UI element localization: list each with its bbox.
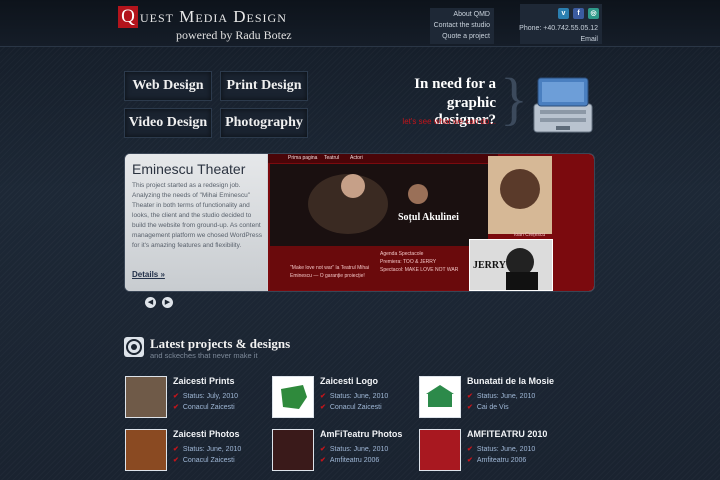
briefcase-icon[interactable] <box>530 74 596 136</box>
project-status: ✔ Status: June, 2010 <box>467 446 536 453</box>
project-name[interactable]: AmFiTeatru Photos <box>320 429 402 439</box>
project-name[interactable]: Zaicesti Prints <box>173 376 235 386</box>
top-bar: Q uest Media Design powered by Radu Bote… <box>0 0 720 47</box>
project-client[interactable]: ✔ Conacul Zaicesti <box>173 403 235 411</box>
project-status: ✔ Status: June, 2010 <box>320 393 389 400</box>
project-client[interactable]: ✔ Conacul Zaicesti <box>320 403 382 411</box>
service-print-design[interactable]: Print Design <box>220 71 308 101</box>
project-name[interactable]: Zaicesti Logo <box>320 376 378 386</box>
shot-caption-right: Agenda Spectacole Premiera: TOO & JERRY … <box>380 251 459 273</box>
project-card[interactable]: AMFITEATRU 2010 ✔ Status: June, 2010 ✔ Amf… <box>419 429 559 473</box>
featured-slider: Eminescu Theater This project started as… <box>124 153 595 292</box>
project-thumbnail[interactable] <box>125 376 167 418</box>
slide-details-link[interactable]: Details » <box>132 270 165 279</box>
shot-caption-left: "Make love not war" la Teatrul Mihai Emi… <box>290 265 370 279</box>
nav-quote[interactable]: Quote a project <box>442 33 490 40</box>
project-thumbnail[interactable] <box>125 429 167 471</box>
project-name[interactable]: AMFITEATRU 2010 <box>467 429 547 439</box>
shot-actor-name: Ioan Crețescu <box>514 232 546 238</box>
project-status: ✔ Status: July, 2010 <box>173 393 238 400</box>
project-thumbnail[interactable] <box>272 429 314 471</box>
project-name[interactable]: Bunatati de la Mosie <box>467 376 554 386</box>
slider-prev-button[interactable]: ◀ <box>145 297 156 308</box>
project-status: ✔ Status: June, 2010 <box>173 446 242 453</box>
logo-badge: Q <box>118 6 138 28</box>
logo-title: uest Media Design <box>140 7 287 26</box>
contact-box: v f ◎ Phone: +40.742.55.05.12 Email <box>519 4 602 44</box>
pitch-cta-link[interactable]: let's see what we can do... <box>390 117 496 126</box>
pitch-line-1: In need for a <box>414 76 496 92</box>
project-name[interactable]: Zaicesti Photos <box>173 429 240 439</box>
slide-title: Eminescu Theater <box>132 161 246 177</box>
slide-screenshot[interactable]: Prima pagina Teatrul Actori Soțul Akulin… <box>268 154 594 291</box>
project-card[interactable]: Bunatati de la Mosie ✔ Status: June, 2010… <box>419 376 559 420</box>
project-client[interactable]: ✔ Conacul Zaicesti <box>173 456 235 464</box>
shot-play-title: Soțul Akulinei <box>398 212 459 223</box>
service-web-design[interactable]: Web Design <box>124 71 212 101</box>
project-status: ✔ Status: June, 2010 <box>467 393 536 400</box>
target-icon <box>124 337 144 357</box>
brace-decoration: } <box>500 66 528 131</box>
nav-contact[interactable]: Contact the studio <box>434 22 490 29</box>
project-card[interactable]: AmFiTeatru Photos ✔ Status: June, 2010 ✔ A… <box>272 429 412 473</box>
email-link[interactable]: Email <box>580 36 598 43</box>
project-client[interactable]: ✔ Cai de Vis <box>467 403 509 411</box>
project-thumbnail[interactable] <box>419 429 461 471</box>
latest-subtitle: and sckeches that never make it <box>150 351 258 360</box>
project-card[interactable]: Zaicesti Prints ✔ Status: July, 2010 ✔ Con… <box>125 376 265 420</box>
poster-title: JERRY <box>473 260 506 271</box>
facebook-icon[interactable]: f <box>573 8 584 19</box>
logo-subtitle: powered by Radu Botez <box>176 28 292 42</box>
slide-body: This project started as a redesign job. … <box>132 182 262 249</box>
vimeo-icon[interactable]: v <box>558 8 569 19</box>
slider-next-button[interactable]: ▶ <box>162 297 173 308</box>
project-thumbnail[interactable] <box>272 376 314 418</box>
project-card[interactable]: Zaicesti Photos ✔ Status: June, 2010 ✔ Con… <box>125 429 265 473</box>
project-status: ✔ Status: June, 2010 <box>320 446 389 453</box>
service-photography[interactable]: Photography <box>220 108 308 138</box>
project-card[interactable]: Zaicesti Logo ✔ Status: June, 2010 ✔ Conac… <box>272 376 412 420</box>
project-client[interactable]: ✔ Amfiteatru 2006 <box>467 456 526 464</box>
project-client[interactable]: ✔ Amfiteatru 2006 <box>320 456 379 464</box>
slide-description: Eminescu Theater This project started as… <box>125 154 267 291</box>
phone-number: Phone: +40.742.55.05.12 <box>519 25 598 32</box>
nav-about[interactable]: About QMD <box>453 11 490 18</box>
top-nav: About QMD Contact the studio Quote a pro… <box>430 8 494 44</box>
shot-poster: JERRY <box>469 239 553 291</box>
other-social-icon[interactable]: ◎ <box>588 8 599 19</box>
project-thumbnail[interactable] <box>419 376 461 418</box>
service-video-design[interactable]: Video Design <box>124 108 212 138</box>
latest-title: Latest projects & designs <box>150 336 291 351</box>
